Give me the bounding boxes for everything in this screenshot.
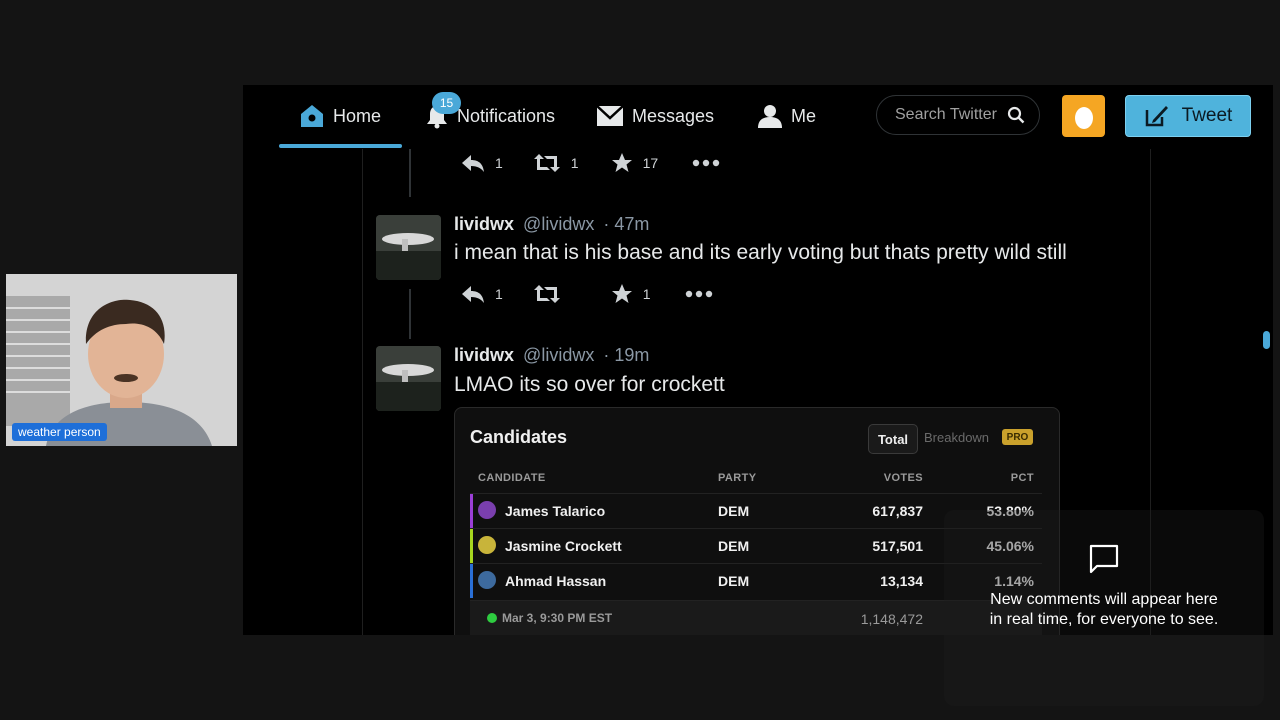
row-color-bar (470, 529, 473, 563)
retweet-icon (533, 154, 560, 172)
tweet-timestamp[interactable]: · 19m (603, 345, 649, 365)
notification-count-badge: 15 (432, 92, 461, 114)
footer-total-votes: 1,148,472 (860, 611, 923, 627)
candidate-party: DEM (718, 538, 750, 554)
reply-action[interactable]: 1 (461, 153, 503, 173)
candidate-votes: 617,837 (872, 503, 923, 519)
thread-line (409, 149, 411, 197)
retweet-count: 1 (570, 155, 579, 171)
reply-icon (462, 286, 484, 303)
retweet-action[interactable] (533, 284, 561, 304)
tweet-author-name[interactable]: lividwx (454, 214, 514, 234)
like-action[interactable]: 1 (611, 283, 651, 305)
search-box[interactable] (876, 95, 1040, 135)
column-header-candidate: CANDIDATE (478, 472, 546, 484)
webcam-image (6, 274, 237, 446)
storm-avatar-image (376, 215, 441, 280)
tweet-avatar[interactable] (376, 215, 441, 280)
home-icon (301, 105, 323, 127)
nav-me[interactable]: Me (757, 99, 816, 133)
tweet-author-name[interactable]: lividwx (454, 345, 514, 365)
like-count: 1 (642, 286, 651, 302)
profile-avatar[interactable] (1062, 95, 1105, 137)
tweet-author-handle[interactable]: @lividwx (523, 345, 594, 365)
compose-icon (1145, 106, 1168, 127)
like-action[interactable]: 17 (611, 152, 659, 174)
top-navigation: Home Notifications 15 Messages Me Search… (243, 85, 1273, 149)
comment-bubble-icon (1089, 544, 1119, 574)
nav-home[interactable]: Home (299, 99, 381, 133)
thread-line (409, 289, 411, 339)
tweet-header: lividwx @lividwx · 47m (454, 214, 649, 235)
reply-icon (462, 155, 484, 172)
egg-icon (1074, 107, 1093, 129)
pro-badge: PRO (1002, 429, 1033, 445)
webcam-name-label: weather person (12, 423, 107, 441)
nav-active-indicator (279, 144, 402, 148)
more-action[interactable] (685, 290, 713, 298)
footer-timestamp: Mar 3, 9:30 PM EST (502, 611, 613, 625)
tweet-author-handle[interactable]: @lividwx (523, 214, 594, 234)
star-icon (611, 284, 632, 303)
timeline-border-left (362, 149, 363, 635)
more-icon (692, 159, 720, 167)
reply-count: 1 (495, 155, 503, 171)
reply-count: 1 (495, 286, 503, 302)
retweet-action[interactable]: 1 (533, 153, 579, 173)
reply-action[interactable]: 1 (461, 284, 503, 304)
nav-messages[interactable]: Messages (596, 99, 714, 133)
tweet-text: i mean that is his base and its early vo… (454, 241, 1067, 264)
candidate-name: Jasmine Crockett (505, 538, 622, 554)
candidate-party: DEM (718, 503, 750, 519)
more-action[interactable] (692, 159, 720, 167)
tweet-actions: 1 1 17 (461, 152, 720, 174)
more-icon (685, 290, 712, 298)
nav-notifications-label: Notifications (457, 105, 556, 126)
live-status-dot (487, 613, 497, 623)
user-icon (758, 105, 782, 128)
tweet-timestamp[interactable]: · 47m (603, 214, 649, 234)
comments-message-line2: in real time, for everyone to see. (989, 611, 1219, 628)
tweet-text: LMAO its so over for crockett (454, 373, 725, 396)
tweet-button-label: Tweet (1181, 105, 1233, 126)
envelope-icon (596, 105, 624, 126)
scrollbar-thumb[interactable] (1263, 331, 1270, 349)
candidate-name: Ahmad Hassan (505, 573, 607, 589)
comments-panel: New comments will appear here in real ti… (944, 510, 1264, 706)
tweet-button[interactable]: Tweet (1125, 95, 1251, 137)
candidate-name: James Talarico (505, 503, 606, 519)
column-header-party: PARTY (718, 472, 757, 484)
tab-total[interactable]: Total (868, 424, 918, 454)
like-count: 17 (642, 155, 659, 171)
nav-home-label: Home (333, 105, 382, 126)
webcam-feed (6, 274, 237, 446)
tweet-actions: 1 1 (461, 283, 713, 305)
nav-messages-label: Messages (632, 105, 715, 126)
card-title: Candidates (470, 427, 568, 447)
candidate-votes: 13,134 (880, 573, 923, 589)
candidate-avatar (478, 501, 496, 519)
column-header-pct: PCT (1010, 472, 1034, 484)
tweet-header: lividwx @lividwx · 19m (454, 345, 649, 366)
column-header-votes: VOTES (883, 472, 923, 484)
search-icon[interactable] (1007, 106, 1025, 124)
tab-breakdown[interactable]: Breakdown (924, 430, 989, 445)
row-color-bar (470, 564, 473, 598)
candidate-party: DEM (718, 573, 750, 589)
comments-message-line1: New comments will appear here (990, 591, 1218, 608)
nav-me-label: Me (791, 105, 817, 126)
candidate-votes: 517,501 (872, 538, 923, 554)
tweet-avatar[interactable] (376, 346, 441, 411)
candidate-avatar (478, 571, 496, 589)
row-color-bar (470, 494, 473, 528)
retweet-icon (533, 285, 560, 303)
storm-avatar-image (376, 346, 441, 411)
star-icon (611, 153, 632, 172)
search-input[interactable] (893, 105, 1007, 125)
comments-empty-message: New comments will appear here in real ti… (944, 590, 1264, 630)
candidate-avatar (478, 536, 496, 554)
